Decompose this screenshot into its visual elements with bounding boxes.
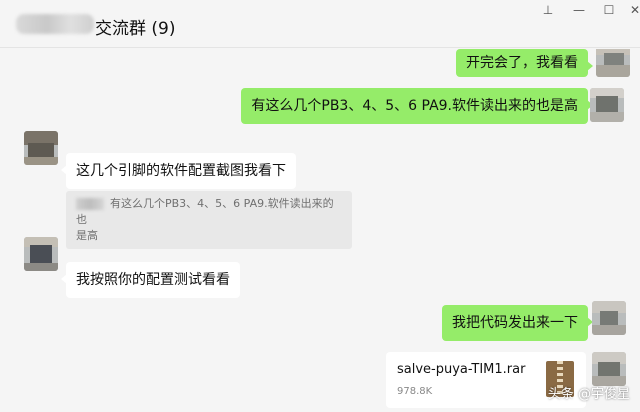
avatar[interactable]	[592, 352, 626, 386]
file-name: salve-puya-TIM1.rar	[397, 362, 526, 377]
avatar[interactable]	[596, 49, 630, 77]
blurred-quote-sender	[76, 198, 104, 210]
group-name: 交流群	[95, 19, 146, 39]
chat-title[interactable]: 交流群 (9)	[95, 14, 176, 39]
avatar[interactable]	[24, 131, 58, 165]
title-bar: 交流群 (9) ⊥ — ☐ ✕	[0, 0, 640, 48]
message-bubble[interactable]: 开完会了，我看看	[456, 49, 593, 77]
watermark: 头条 @宇俊星	[547, 387, 630, 402]
message-bubble[interactable]: 这几个引脚的软件配置截图我看下	[61, 153, 296, 189]
member-count: (9)	[151, 19, 176, 39]
quote-text-line1: 有这么几个PB3、4、5、6 PA9.软件读出来的也	[76, 197, 334, 226]
avatar[interactable]	[592, 301, 626, 335]
avatar[interactable]	[590, 88, 624, 122]
avatar[interactable]	[24, 237, 58, 271]
message-bubble[interactable]: 有这么几个PB3、4、5、6 PA9.软件读出来的也是高	[241, 88, 593, 124]
pin-icon[interactable]: ⊥	[537, 2, 559, 18]
maximize-icon[interactable]: ☐	[598, 2, 620, 18]
message-bubble[interactable]: 我把代码发出来一下	[442, 305, 593, 341]
message-bubble[interactable]: 我按照你的配置测试看看	[61, 262, 240, 298]
close-icon[interactable]: ✕	[624, 2, 640, 18]
quote-text-line2: 是高	[76, 229, 98, 242]
message-list[interactable]: 开完会了，我看看 有这么几个PB3、4、5、6 PA9.软件读出来的也是高 这几…	[0, 49, 640, 412]
blurred-group-name	[16, 14, 94, 34]
file-size: 978.8K	[397, 386, 433, 397]
quoted-message[interactable]: 有这么几个PB3、4、5、6 PA9.软件读出来的也 是高	[66, 191, 352, 249]
minimize-icon[interactable]: —	[568, 2, 590, 18]
